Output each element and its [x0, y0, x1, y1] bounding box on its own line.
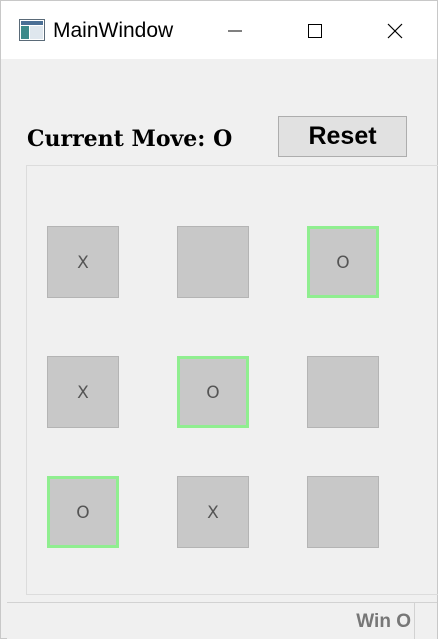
- status-message: Win O: [356, 611, 411, 632]
- cell-r1-c1[interactable]: X: [47, 226, 119, 298]
- main-window: MainWindow Current Move: O Reset X O X O…: [0, 0, 438, 639]
- cell-r2-c1[interactable]: X: [47, 356, 119, 428]
- maximize-button[interactable]: [275, 1, 355, 59]
- minimize-button[interactable]: [195, 1, 275, 59]
- cell-r1-c2[interactable]: [177, 226, 249, 298]
- window-title: MainWindow: [53, 19, 174, 42]
- title-bar[interactable]: MainWindow: [1, 1, 437, 59]
- size-grip-icon[interactable]: [414, 603, 437, 639]
- current-move-label: Current Move: O: [27, 126, 233, 152]
- cell-r2-c3[interactable]: [307, 356, 379, 428]
- maximize-icon: [308, 24, 322, 38]
- app-window-icon: [19, 19, 45, 41]
- close-button[interactable]: [355, 1, 435, 59]
- reset-button[interactable]: Reset: [278, 116, 407, 157]
- cell-r1-c3[interactable]: O: [307, 226, 379, 298]
- cell-r3-c2[interactable]: X: [177, 476, 249, 548]
- game-board: X O X O O X: [26, 165, 438, 595]
- cell-r3-c1[interactable]: O: [47, 476, 119, 548]
- cell-r3-c3[interactable]: [307, 476, 379, 548]
- status-bar: Win O: [7, 602, 437, 639]
- cell-r2-c2[interactable]: O: [177, 356, 249, 428]
- close-icon: [387, 23, 403, 39]
- minimize-icon: [228, 30, 242, 32]
